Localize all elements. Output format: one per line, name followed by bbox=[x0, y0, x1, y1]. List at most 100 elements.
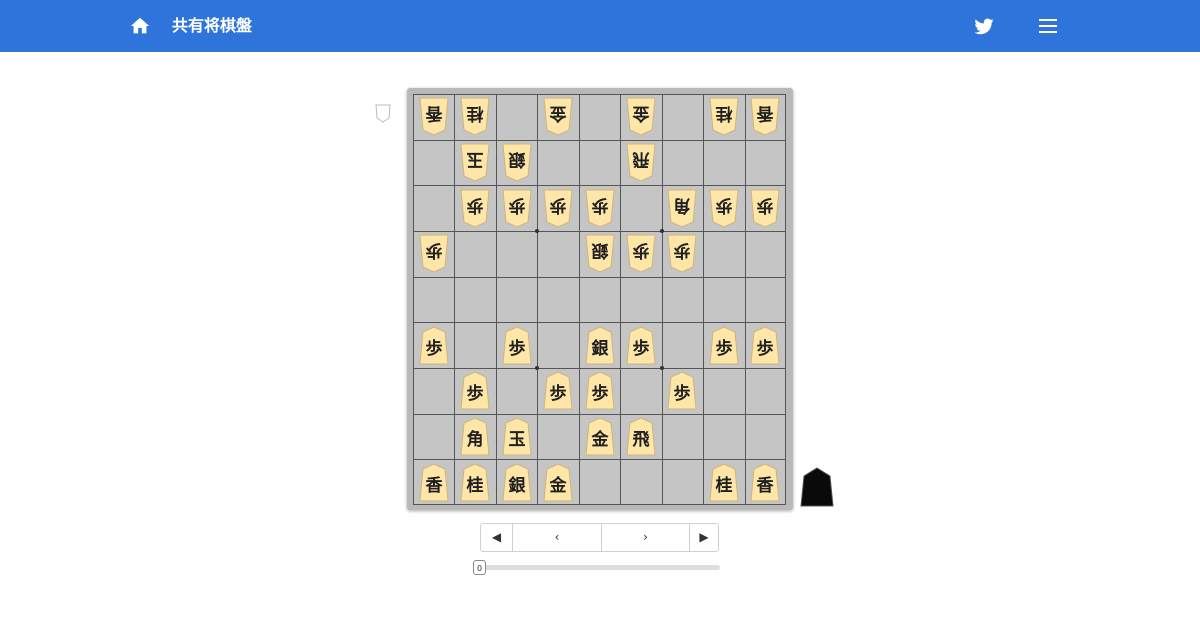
last-move-button[interactable]: ▶ bbox=[690, 524, 718, 551]
piece-label: 銀 bbox=[508, 476, 526, 496]
piece-label: 金 bbox=[549, 476, 567, 496]
move-navigation: ◀ ‹ › ▶ bbox=[480, 523, 719, 552]
piece-label: 桂 bbox=[466, 103, 484, 123]
board-grid-line bbox=[413, 185, 786, 186]
piece-label: 歩 bbox=[756, 195, 774, 215]
menu-icon[interactable] bbox=[1038, 16, 1058, 36]
shogi-piece[interactable]: 歩 bbox=[419, 234, 449, 273]
piece-label: 香 bbox=[756, 476, 774, 496]
previous-move-button[interactable]: ‹ bbox=[513, 524, 601, 551]
piece-label: 金 bbox=[632, 103, 650, 123]
piece-label: 歩 bbox=[466, 195, 484, 215]
board-grid-line bbox=[413, 459, 786, 460]
shogi-piece[interactable]: 銀 bbox=[585, 234, 615, 273]
board-grid-line bbox=[785, 94, 786, 505]
shogi-piece[interactable]: 歩 bbox=[543, 371, 573, 410]
shogi-piece[interactable]: 歩 bbox=[585, 189, 615, 228]
shogi-piece[interactable]: 香 bbox=[750, 97, 780, 136]
shogi-piece[interactable]: 歩 bbox=[709, 189, 739, 228]
shogi-piece[interactable]: 銀 bbox=[585, 326, 615, 365]
shogi-piece[interactable]: 歩 bbox=[543, 189, 573, 228]
shogi-piece[interactable]: 歩 bbox=[667, 371, 697, 410]
shogi-piece[interactable]: 桂 bbox=[460, 97, 490, 136]
top-navbar: 共有将棋盤 bbox=[0, 0, 1200, 52]
shogi-piece[interactable]: 歩 bbox=[750, 326, 780, 365]
board-grid-line bbox=[745, 94, 746, 505]
piece-label: 桂 bbox=[715, 476, 733, 496]
shogi-piece[interactable]: 金 bbox=[626, 97, 656, 136]
shogi-piece[interactable]: 桂 bbox=[460, 463, 490, 502]
board-grid-line bbox=[496, 94, 497, 505]
shogi-piece[interactable]: 歩 bbox=[667, 234, 697, 273]
piece-label: 歩 bbox=[508, 339, 526, 359]
piece-label: 歩 bbox=[673, 240, 691, 260]
shogi-piece[interactable]: 香 bbox=[419, 97, 449, 136]
piece-label: 銀 bbox=[508, 149, 526, 169]
shogi-piece[interactable]: 銀 bbox=[502, 143, 532, 182]
shogi-piece[interactable]: 金 bbox=[585, 417, 615, 456]
shogi-piece[interactable]: 歩 bbox=[626, 326, 656, 365]
piece-label: 歩 bbox=[466, 384, 484, 404]
piece-label: 歩 bbox=[549, 384, 567, 404]
shogi-piece[interactable]: 角 bbox=[460, 417, 490, 456]
shogi-piece[interactable]: 歩 bbox=[585, 371, 615, 410]
shogi-piece[interactable]: 歩 bbox=[460, 189, 490, 228]
shogi-piece[interactable]: 飛 bbox=[626, 143, 656, 182]
piece-label: 歩 bbox=[425, 240, 443, 260]
board-grid-line bbox=[413, 414, 786, 415]
piece-label: 桂 bbox=[715, 103, 733, 123]
piece-label: 角 bbox=[673, 195, 691, 215]
move-slider-track[interactable] bbox=[480, 565, 720, 570]
piece-label: 歩 bbox=[425, 339, 443, 359]
shogi-piece[interactable]: 飛 bbox=[626, 417, 656, 456]
twitter-icon[interactable] bbox=[973, 15, 995, 37]
app-title[interactable]: 共有将棋盤 bbox=[172, 15, 252, 37]
board-grid-line bbox=[413, 368, 786, 369]
shogi-piece[interactable]: 歩 bbox=[709, 326, 739, 365]
shogi-piece[interactable]: 香 bbox=[419, 463, 449, 502]
piece-label: 歩 bbox=[508, 195, 526, 215]
board-grid-line bbox=[662, 94, 663, 505]
piece-label: 金 bbox=[549, 103, 567, 123]
piece-label: 香 bbox=[425, 103, 443, 123]
piece-label: 歩 bbox=[715, 195, 733, 215]
piece-label: 香 bbox=[425, 476, 443, 496]
shogi-board[interactable]: 香桂金金桂香玉銀飛歩歩歩歩角歩歩歩銀歩歩歩歩銀歩歩歩歩歩歩歩角玉金飛香桂銀金桂香 bbox=[413, 94, 786, 505]
white-piece-icon[interactable] bbox=[374, 103, 392, 123]
piece-label: 歩 bbox=[632, 339, 650, 359]
shogi-piece[interactable]: 歩 bbox=[502, 189, 532, 228]
piece-label: 角 bbox=[466, 430, 484, 450]
board-grid-line bbox=[413, 231, 786, 232]
piece-label: 香 bbox=[756, 103, 774, 123]
move-slider-handle[interactable]: 0 bbox=[473, 560, 486, 575]
piece-label: 歩 bbox=[632, 240, 650, 260]
piece-label: 歩 bbox=[591, 195, 609, 215]
shogi-piece[interactable]: 金 bbox=[543, 97, 573, 136]
shogi-piece[interactable]: 桂 bbox=[709, 463, 739, 502]
first-move-button[interactable]: ◀ bbox=[481, 524, 512, 551]
piece-label: 玉 bbox=[508, 430, 526, 450]
board-grid-line bbox=[413, 504, 786, 505]
shogi-piece[interactable]: 歩 bbox=[626, 234, 656, 273]
board-star-point bbox=[535, 229, 539, 233]
board-grid-line bbox=[413, 140, 786, 141]
black-piece-icon[interactable] bbox=[800, 467, 834, 507]
next-move-button[interactable]: › bbox=[602, 524, 689, 551]
piece-label: 銀 bbox=[591, 339, 609, 359]
piece-label: 歩 bbox=[549, 195, 567, 215]
shogi-piece[interactable]: 歩 bbox=[502, 326, 532, 365]
shogi-piece[interactable]: 銀 bbox=[502, 463, 532, 502]
shogi-piece[interactable]: 香 bbox=[750, 463, 780, 502]
home-icon[interactable] bbox=[129, 15, 151, 37]
shogi-piece[interactable]: 歩 bbox=[419, 326, 449, 365]
shogi-piece[interactable]: 角 bbox=[667, 189, 697, 228]
piece-label: 玉 bbox=[466, 149, 484, 169]
piece-label: 桂 bbox=[466, 476, 484, 496]
shogi-piece[interactable]: 玉 bbox=[460, 143, 490, 182]
piece-label: 金 bbox=[591, 430, 609, 450]
shogi-piece[interactable]: 歩 bbox=[750, 189, 780, 228]
shogi-piece[interactable]: 歩 bbox=[460, 371, 490, 410]
shogi-piece[interactable]: 桂 bbox=[709, 97, 739, 136]
shogi-piece[interactable]: 金 bbox=[543, 463, 573, 502]
shogi-piece[interactable]: 玉 bbox=[502, 417, 532, 456]
